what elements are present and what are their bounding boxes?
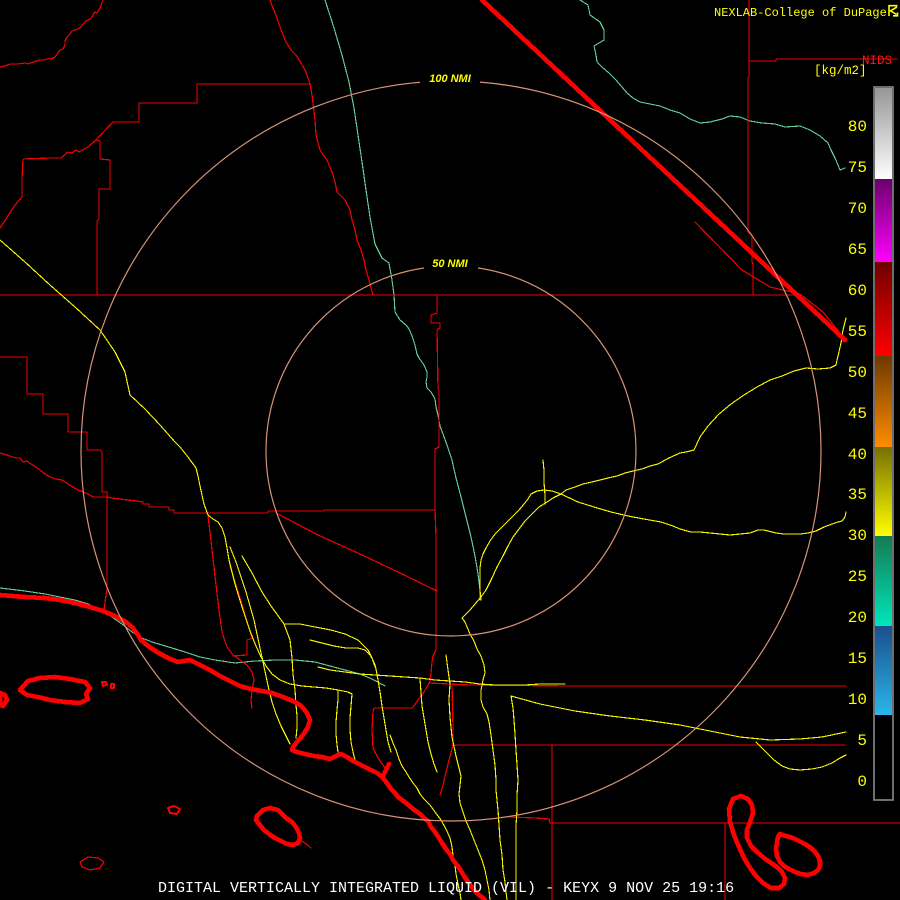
svg-text:[kg/m2]: [kg/m2]	[814, 64, 867, 78]
svg-text:25: 25	[848, 568, 867, 586]
svg-text:20: 20	[848, 609, 867, 627]
svg-text:80: 80	[848, 118, 867, 136]
svg-text:30: 30	[848, 527, 867, 545]
svg-text:5: 5	[857, 732, 867, 750]
svg-text:100 NMI: 100 NMI	[429, 73, 472, 85]
svg-text:10: 10	[848, 691, 867, 709]
svg-text:60: 60	[848, 282, 867, 300]
svg-text:35: 35	[848, 486, 867, 504]
svg-text:45: 45	[848, 405, 867, 423]
svg-text:70: 70	[848, 200, 867, 218]
svg-text:0: 0	[857, 773, 867, 791]
svg-text:40: 40	[848, 446, 867, 464]
svg-text:NEXLAB-College of DuPage: NEXLAB-College of DuPage	[714, 6, 887, 20]
svg-text:DIGITAL VERTICALLY INTEGRATED: DIGITAL VERTICALLY INTEGRATED LIQUID (VI…	[158, 880, 734, 897]
svg-text:15: 15	[848, 650, 867, 668]
svg-text:65: 65	[848, 241, 867, 259]
svg-text:50 NMI: 50 NMI	[432, 258, 468, 270]
svg-text:55: 55	[848, 323, 867, 341]
svg-text:50: 50	[848, 364, 867, 382]
svg-text:75: 75	[848, 159, 867, 177]
